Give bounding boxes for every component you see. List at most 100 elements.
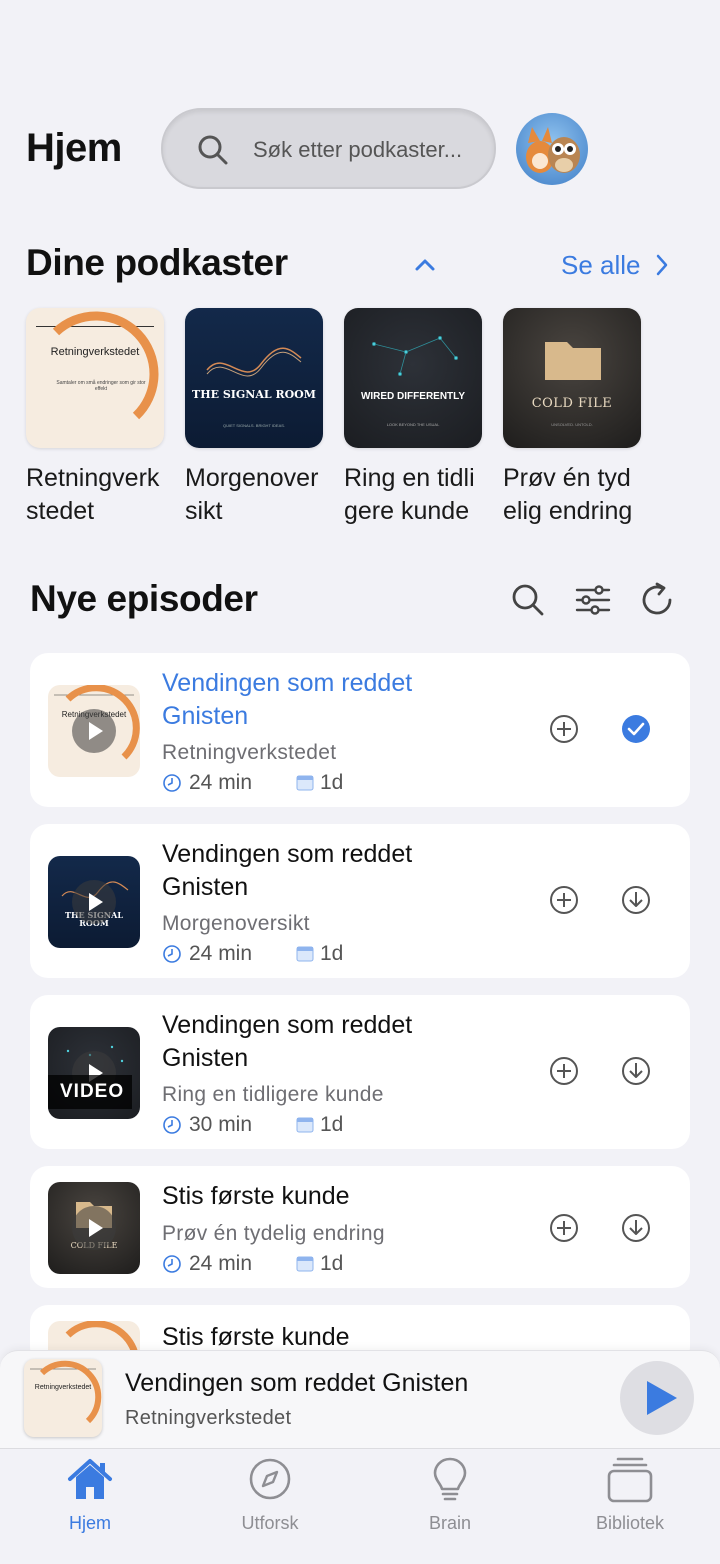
search-bar[interactable] [161,108,496,189]
cover-title: THE SIGNAL ROOM [192,388,316,401]
episode-title[interactable]: Vendingen som reddet Gnisten [162,838,482,904]
episode-duration: 24 min [189,1252,253,1275]
page-title: Hjem [26,126,122,170]
cover-subtitle: UNSOLVED. UNTOLD. [551,422,593,427]
episode-podcast: Ring en tidligere kunde [162,1083,384,1106]
now-playing-art: Retningverkstedet [24,1359,102,1437]
cover-title: Retningverkstedet [50,346,140,358]
tab-home[interactable]: Hjem [30,1455,150,1535]
podcast-card[interactable]: COLD FILE UNSOLVED. UNTOLD. Prøv én tyde… [503,308,643,528]
episode-title[interactable]: Vendingen som reddet Gnisten [162,667,482,733]
mini-player[interactable]: Retningverkstedet Vendingen som reddet G… [0,1350,720,1448]
tab-label: Hjem [68,1513,111,1533]
podcast-name: Retningverkstedet [26,464,160,525]
section-title-podcasts: Dine podkaster [26,242,288,283]
cover-subtitle: QUIET SIGNALS. BRIGHT IDEAS. [222,423,286,428]
library-icon [607,1457,653,1503]
download-icon[interactable] [620,1055,652,1087]
play-icon[interactable] [72,709,116,753]
download-icon[interactable] [620,884,652,916]
episode-duration: 24 min [189,942,253,965]
chevron-up-icon[interactable] [408,248,442,282]
cover-subtitle: Samtaler om små endringer som gir stor e… [56,380,146,392]
episode-duration: 24 min [189,771,253,794]
podcast-card[interactable]: WIRED DIFFERENTLY LOOK BEYOND THE USUAL … [344,308,484,528]
play-icon[interactable] [72,880,116,924]
calendar-icon [296,1256,314,1272]
search-icon [198,135,228,165]
cover-subtitle: LOOK BEYOND THE USUAL [386,422,440,427]
header: Hjem [0,108,720,190]
podcast-card[interactable]: THE SIGNAL ROOM QUIET SIGNALS. BRIGHT ID… [185,308,325,528]
calendar-icon [296,1117,314,1133]
now-playing-podcast: Retningverkstedet [125,1407,292,1429]
episode-card[interactable]: Retningverkstedet Vendingen som reddet G… [30,653,690,807]
episode-age: 1d [320,1113,344,1136]
tab-brain[interactable]: Brain [390,1455,510,1535]
video-badge: VIDEO [48,1075,132,1109]
add-to-queue-icon[interactable] [548,884,580,916]
podcast-carousel: Retningverkstedet Samtaler om små endrin… [26,308,720,528]
podcast-cover: Retningverkstedet Samtaler om små endrin… [26,308,164,448]
downloaded-check-icon[interactable] [620,713,652,745]
svg-text:Retningverkstedet: Retningverkstedet [35,1384,91,1391]
compass-icon [249,1458,291,1500]
episode-title[interactable]: Vendingen som reddet Gnisten [162,1009,482,1075]
episode-duration: 30 min [189,1113,253,1136]
episodes-section-header: Nye episoder [0,576,720,636]
episode-card[interactable]: THE SIGNAL ROOM Vendingen som reddet Gni… [30,824,690,978]
episode-podcast: Prøv én tydelig endring [162,1222,385,1245]
podcast-cover: WIRED DIFFERENTLY LOOK BEYOND THE USUAL [344,308,482,448]
episode-title[interactable]: Stis første kunde [162,1180,482,1213]
refresh-icon[interactable] [638,580,678,620]
episode-podcast: Retningverkstedet [162,741,337,764]
home-icon [68,1459,112,1499]
clock-icon [163,1116,181,1134]
clock-icon [163,1255,181,1273]
podcast-name: Morgenoversikt [185,464,319,525]
play-icon[interactable] [72,1206,116,1250]
cover-title: COLD FILE [531,396,613,411]
search-icon[interactable] [508,580,548,620]
add-to-queue-icon[interactable] [548,1212,580,1244]
podcast-cover: COLD FILE UNSOLVED. UNTOLD. [503,308,641,448]
cover-title: WIRED DIFFERENTLY [360,391,466,402]
episode-age: 1d [320,1252,344,1275]
tab-label: Utforsk [241,1513,299,1533]
lightbulb-icon [433,1457,467,1501]
episode-art: VIDEO [48,1027,140,1119]
now-playing-title: Vendingen som reddet Gnisten [125,1369,469,1397]
filter-icon[interactable] [573,580,613,620]
clock-icon [163,945,181,963]
chevron-right-icon[interactable] [652,252,672,278]
clock-icon [163,774,181,792]
episode-art: THE SIGNAL ROOM [48,856,140,948]
tab-label: Brain [428,1513,472,1533]
download-icon[interactable] [620,1212,652,1244]
tab-explore[interactable]: Utforsk [210,1455,330,1535]
play-button[interactable] [620,1361,694,1435]
episode-card[interactable]: COLD FILE Stis første kunde Prøv én tyde… [30,1166,690,1288]
add-to-queue-icon[interactable] [548,713,580,745]
episode-podcast: Morgenoversikt [162,912,310,935]
section-title-episodes: Nye episoder [30,578,258,619]
podcast-name: Ring en tidligere kunde [344,464,475,525]
podcast-card[interactable]: Retningverkstedet Samtaler om små endrin… [26,308,166,528]
avatar[interactable] [516,113,588,185]
add-to-queue-icon[interactable] [548,1055,580,1087]
see-all-link[interactable]: Se alle [561,250,641,281]
episode-card[interactable]: VIDEO Vendingen som reddet Gnisten Ring … [30,995,690,1149]
avatar-illustration [526,127,580,173]
podcasts-section-header: Dine podkaster Se alle [0,240,720,300]
tab-library[interactable]: Bibliotek [570,1455,690,1535]
tab-bar: Hjem Utforsk Brain Bibliotek [0,1448,720,1564]
tab-label: Bibliotek [595,1513,665,1533]
podcast-name: Prøv én tydelig endring [503,464,633,525]
episode-age: 1d [320,771,344,794]
episode-art: COLD FILE [48,1182,140,1274]
episode-age: 1d [320,942,344,965]
calendar-icon [296,946,314,962]
search-input[interactable] [253,130,488,170]
podcast-cover: THE SIGNAL ROOM QUIET SIGNALS. BRIGHT ID… [185,308,323,448]
calendar-icon [296,775,314,791]
